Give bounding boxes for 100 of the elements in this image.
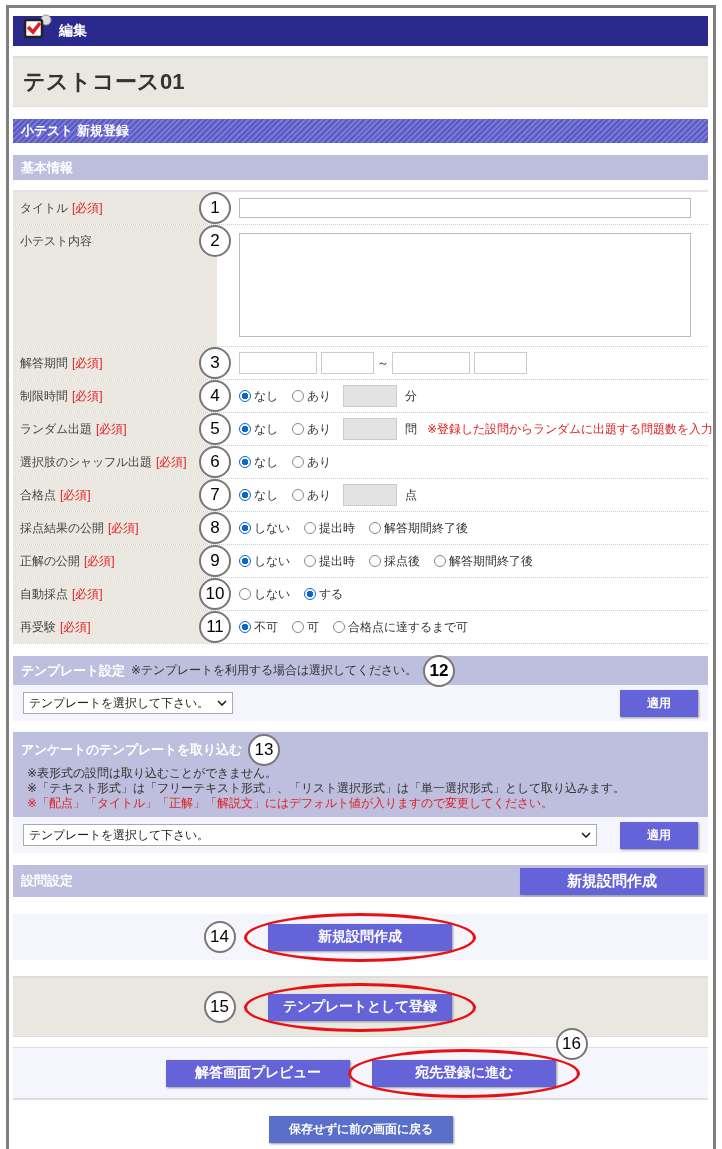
radio-option[interactable]: 合格点に達するまで可 <box>333 618 468 636</box>
radio-button[interactable] <box>239 555 251 567</box>
radio-button[interactable] <box>239 456 251 468</box>
number-badge: 5 <box>199 413 231 445</box>
number-badge: 10 <box>199 578 231 610</box>
course-title: テストコース01 <box>13 56 708 107</box>
radio-option[interactable]: しない <box>239 519 290 537</box>
radio-button[interactable] <box>292 456 304 468</box>
radio-option[interactable]: 可 <box>292 618 319 636</box>
radio-button[interactable] <box>333 621 345 633</box>
content-textarea[interactable] <box>239 233 691 337</box>
required-mark: [必須] <box>60 488 91 502</box>
radio-option[interactable]: なし <box>239 420 278 438</box>
number-badge: 4 <box>199 380 231 412</box>
radio-option[interactable]: 提出時 <box>304 552 355 570</box>
required-mark: [必須] <box>96 422 127 436</box>
radio-option[interactable]: 採点後 <box>369 552 420 570</box>
checkbox-gear-icon <box>23 14 53 40</box>
chevron-down-icon <box>581 832 591 838</box>
section-heading: テンプレート設定 <box>21 661 125 680</box>
unit-label: 分 <box>405 387 417 405</box>
action-button[interactable]: 解答画面プレビュー <box>165 1059 350 1087</box>
radio-button[interactable] <box>369 555 381 567</box>
required-mark: [必須] <box>156 455 187 469</box>
field-label: 自動採点 <box>20 587 68 601</box>
number-badge: 14 <box>203 921 236 953</box>
radio-button[interactable] <box>304 522 316 534</box>
number-badge: 9 <box>199 545 231 577</box>
title-input[interactable] <box>239 198 691 218</box>
radio-button[interactable] <box>369 522 381 534</box>
radio-button[interactable] <box>434 555 446 567</box>
number-badge: 3 <box>199 347 231 379</box>
radio-button[interactable] <box>239 588 251 600</box>
required-mark: [必須] <box>72 389 103 403</box>
number-badge: 12 <box>423 654 456 687</box>
radio-button[interactable] <box>292 423 304 435</box>
radio-button[interactable] <box>292 390 304 402</box>
action-button[interactable]: 宛先登録に進む <box>371 1059 556 1087</box>
field-label: 再受験 <box>20 620 56 634</box>
radio-option[interactable]: 解答期間終了後 <box>369 519 468 537</box>
radio-option[interactable]: あり <box>292 453 331 471</box>
end-time-input[interactable] <box>474 352 527 374</box>
field-label: 制限時間 <box>20 389 68 403</box>
template-dropdown[interactable]: テンプレートを選択して下さい。 <box>23 824 597 846</box>
hint-text: ※テンプレートを利用する場合は選択してください。 <box>131 662 418 679</box>
unit-label: 点 <box>405 486 417 504</box>
radio-button[interactable] <box>292 489 304 501</box>
field-label: ランダム出題 <box>20 422 92 436</box>
save-as-template-button[interactable]: テンプレートとして登録 <box>267 993 452 1021</box>
radio-option[interactable]: あり <box>292 420 331 438</box>
radio-option[interactable]: なし <box>239 387 278 405</box>
new-question-button[interactable]: 新規設問作成 <box>267 923 452 951</box>
radio-button[interactable] <box>292 621 304 633</box>
radio-option[interactable]: しない <box>239 585 290 603</box>
chevron-down-icon <box>217 700 227 706</box>
section-heading: アンケートのテンプレートを取り込む <box>21 741 242 759</box>
number-badge: 15 <box>203 991 236 1023</box>
number-badge: 13 <box>248 734 280 766</box>
radio-option[interactable]: あり <box>292 486 331 504</box>
radio-button[interactable] <box>239 489 251 501</box>
hint-text: ※登録した設問からランダムに出題する問題数を入力 <box>427 420 714 438</box>
apply-button[interactable]: 適用 <box>620 821 698 849</box>
radio-option[interactable]: なし <box>239 453 278 471</box>
new-question-button[interactable]: 新規設問作成 <box>520 867 704 895</box>
radio-option[interactable]: する <box>304 585 343 603</box>
radio-button[interactable] <box>239 522 251 534</box>
field-label: 選択肢のシャッフル出題 <box>20 455 152 469</box>
field-label: 解答期間 <box>20 356 68 370</box>
required-mark: [必須] <box>108 521 139 535</box>
header-title: 編集 <box>59 22 87 40</box>
radio-option[interactable]: 不可 <box>239 618 278 636</box>
field-label: 採点結果の公開 <box>20 521 104 535</box>
required-mark: [必須] <box>72 587 103 601</box>
radio-button[interactable] <box>239 621 251 633</box>
radio-button[interactable] <box>304 555 316 567</box>
apply-button[interactable]: 適用 <box>620 689 698 717</box>
template-dropdown[interactable]: テンプレートを選択して下さい。 <box>23 692 233 714</box>
start-date-input[interactable] <box>239 352 317 374</box>
end-date-input[interactable] <box>392 352 470 374</box>
field-label: 小テスト内容 <box>20 234 92 248</box>
radio-button[interactable] <box>304 588 316 600</box>
section-title: 小テスト 新規登録 <box>13 119 708 143</box>
radio-option[interactable]: 解答期間終了後 <box>434 552 533 570</box>
required-mark: [必須] <box>84 554 115 568</box>
radio-option[interactable]: なし <box>239 486 278 504</box>
radio-option[interactable]: しない <box>239 552 290 570</box>
note-text: ※「テキスト形式」は「フリーテキスト形式」、「リスト選択形式」は「単一選択形式」として取り込みます。 <box>26 781 627 796</box>
required-mark: [必須] <box>60 620 91 634</box>
radio-button[interactable] <box>239 390 251 402</box>
radio-option[interactable]: あり <box>292 387 331 405</box>
required-mark: [必須] <box>72 356 103 370</box>
section-heading: 設問設定 <box>21 872 73 890</box>
note-text: ※「配点」「タイトル」「正解」「解説文」にはデフォルト値が入りますので変更してください。 <box>26 796 555 811</box>
back-button[interactable]: 保存せずに前の画面に戻る <box>268 1116 453 1143</box>
radio-option[interactable]: 提出時 <box>304 519 355 537</box>
number-badge: 11 <box>199 611 231 643</box>
start-time-input[interactable] <box>321 352 374 374</box>
radio-button[interactable] <box>239 423 251 435</box>
field-label: 合格点 <box>20 488 56 502</box>
section-heading: 基本情報 <box>13 155 708 180</box>
